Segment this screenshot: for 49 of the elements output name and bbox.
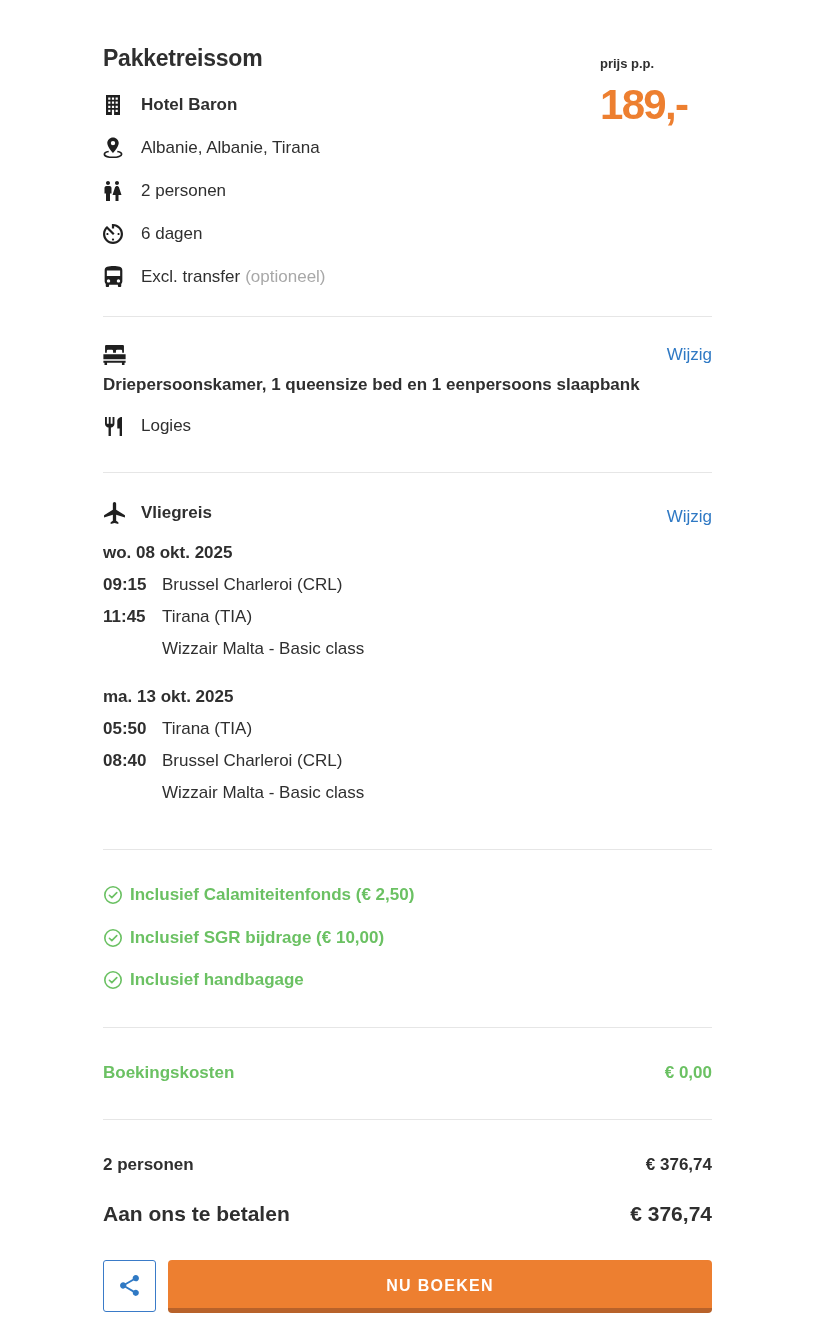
flight-time: 05:50 <box>103 718 148 740</box>
inclusion-text: Inclusief handbagage <box>130 969 304 992</box>
airline-class: Wizzair Malta - Basic class <box>162 782 365 804</box>
check-circle-icon <box>104 971 122 990</box>
airport-name: Brussel Charleroi (CRL) <box>162 574 343 596</box>
destination-text: Albanie, Albanie, Tirana <box>141 136 320 159</box>
airport-name: Tirana (TIA) <box>162 718 253 740</box>
price-per-person: 189,- <box>600 84 688 126</box>
fork-knife-icon <box>104 416 122 436</box>
bed-icon <box>103 345 126 365</box>
board-type: Logies <box>141 415 192 437</box>
man-woman-icon <box>104 180 122 201</box>
package-title: Pakketreissom <box>103 44 263 73</box>
price-label: prijs p.p. <box>600 56 655 72</box>
flight-time: 09:15 <box>103 574 148 596</box>
share-button[interactable] <box>103 1259 156 1312</box>
edit-link[interactable]: Wijzig <box>666 344 712 366</box>
flight-date: ma. 13 okt. 2025 <box>103 686 234 708</box>
bus-icon <box>103 266 123 287</box>
airplane-icon <box>104 502 125 524</box>
edit-link[interactable]: Wijzig <box>666 506 712 528</box>
map-pin-icon <box>103 137 123 158</box>
subtotal-amount: € 376,74 <box>645 1153 712 1176</box>
flight-date: wo. 08 okt. 2025 <box>103 542 233 564</box>
travellers-text: 2 personen <box>141 179 227 202</box>
check-circle-icon <box>104 928 122 947</box>
book-now-button[interactable]: NU BOEKEN <box>168 1259 712 1313</box>
check-circle-icon <box>104 886 122 905</box>
room-type: Driepersoonskamer, 1 queensize bed en 1 eenpersoons slaapbank <box>103 374 640 396</box>
flight-time: 11:45 <box>103 606 147 628</box>
flight-time: 08:40 <box>103 750 148 772</box>
total-amount: € 376,74 <box>630 1200 712 1227</box>
airport-name: Brussel Charleroi (CRL) <box>162 750 343 772</box>
inclusion-text: Inclusief SGR bijdrage (€ 10,00) <box>130 926 385 949</box>
fee-amount: € 0,00 <box>664 1061 712 1084</box>
airline-class: Wizzair Malta - Basic class <box>162 638 365 660</box>
fee-label: Boekingskosten <box>103 1061 235 1084</box>
inclusion-text: Inclusief Calamiteitenfonds (€ 2,50) <box>130 884 415 907</box>
building-icon <box>106 94 120 115</box>
timer-icon <box>103 223 123 244</box>
duration-text: 6 dagen <box>141 222 203 245</box>
transfer-text: Excl. transfer <box>141 265 241 288</box>
hotel-name: Hotel Baron <box>141 93 238 116</box>
subtotal-label: 2 personen <box>103 1153 194 1176</box>
airport-name: Tirana (TIA) <box>162 606 253 628</box>
share-icon <box>120 1275 139 1296</box>
flight-title: Vliegreis <box>141 502 212 524</box>
total-label: Aan ons te betalen <box>103 1200 290 1227</box>
optional-note: (optioneel) <box>245 265 326 288</box>
